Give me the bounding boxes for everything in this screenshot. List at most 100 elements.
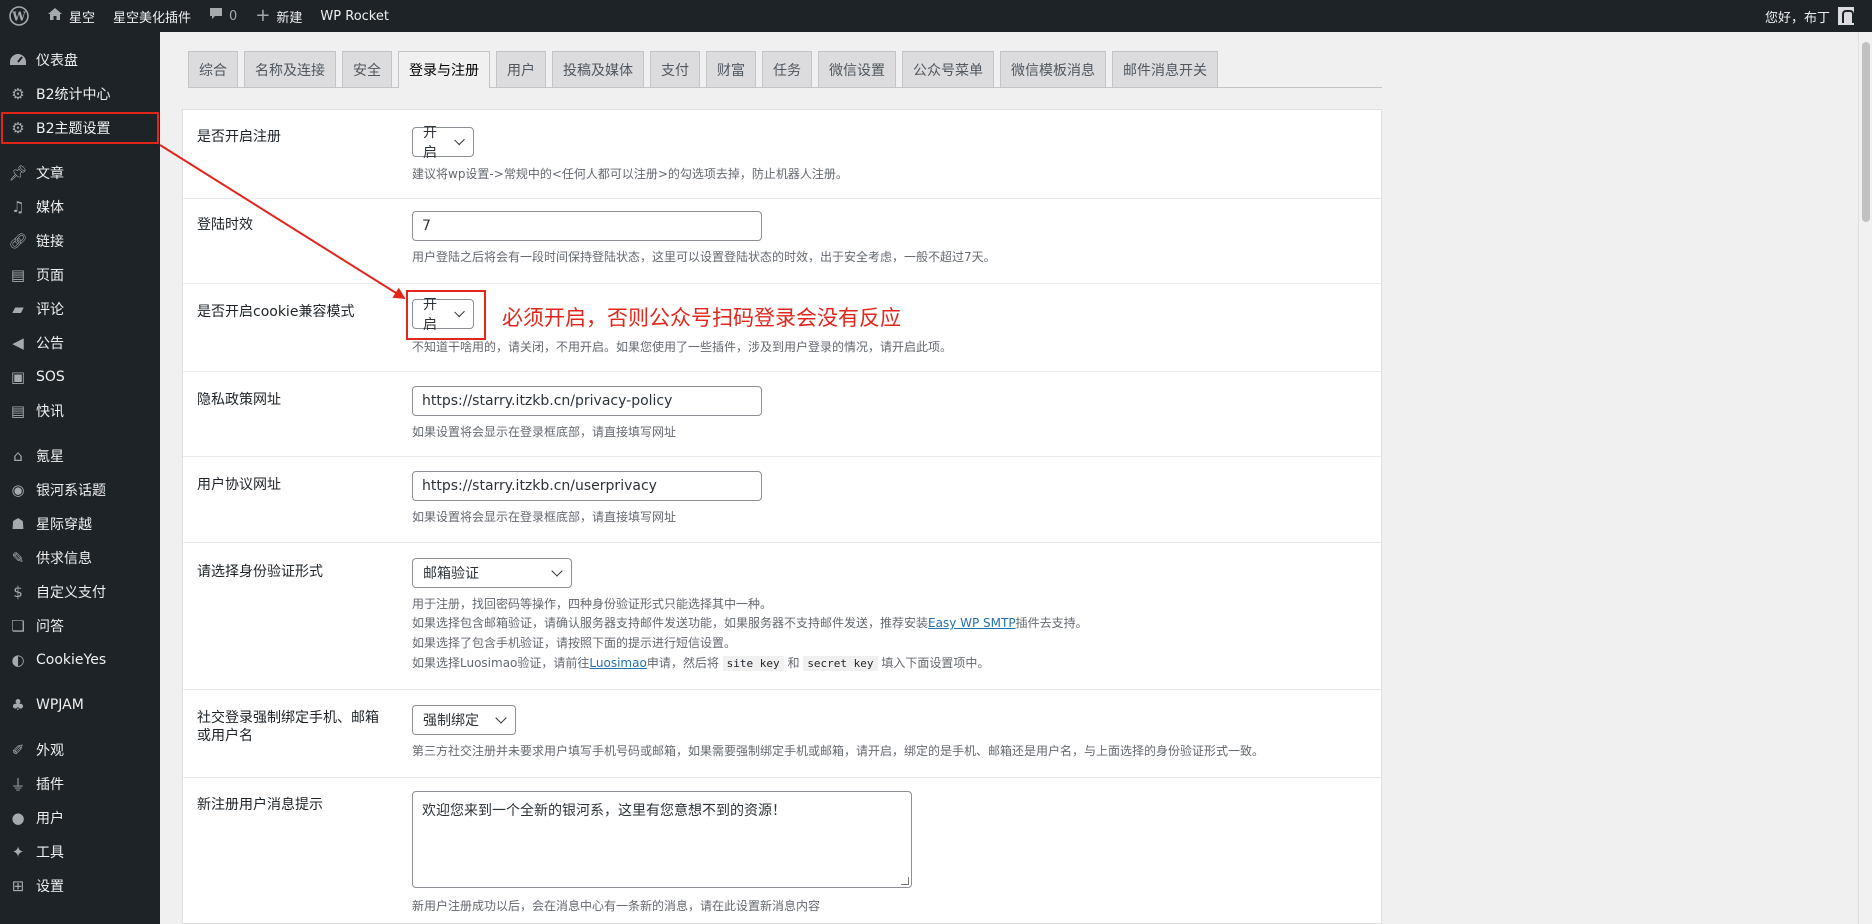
sidebar-item-b2-theme-settings[interactable]: ⚙ B2主题设置 bbox=[0, 111, 160, 145]
wrench-icon: ✦ bbox=[11, 843, 25, 861]
desc4-mid-text: 申请，然后将 bbox=[646, 656, 719, 670]
desc4-text: 如果选择Luosimao验证，请前往 bbox=[412, 656, 590, 670]
sidebar-item-label: 仪表盘 bbox=[36, 53, 78, 69]
tab-mp-menu[interactable]: 公众号菜单 bbox=[902, 51, 994, 87]
comments-link[interactable]: 0 bbox=[200, 0, 246, 32]
easy-wp-smtp-link[interactable]: Easy WP SMTP bbox=[928, 616, 1016, 630]
sidebar-item-dashboard[interactable]: 仪表盘 bbox=[0, 43, 160, 77]
login-expire-desc: 用户登陆之后将会有一段时间保持登陆状态，这里可以设置登陆状态的时效，出于安全考虑… bbox=[412, 250, 996, 264]
home-icon bbox=[47, 7, 63, 25]
sidebar-item-sos[interactable]: ▣ SOS bbox=[0, 360, 160, 394]
agreement-url-input[interactable]: https://starry.itzkb.cn/userprivacy bbox=[412, 471, 762, 501]
sidebar-item-label: B2统计中心 bbox=[36, 87, 111, 103]
privacy-url-value: https://starry.itzkb.cn/privacy-policy bbox=[422, 393, 673, 409]
welcome-msg-textarea[interactable]: 欢迎您来到一个全新的银河系，这里有您意想不到的资源！ bbox=[412, 791, 912, 888]
cookie-compat-label: 是否开启cookie兼容模式 bbox=[197, 304, 355, 320]
wp-rocket-label: WP Rocket bbox=[320, 8, 389, 24]
tab-users[interactable]: 用户 bbox=[496, 51, 546, 87]
gear-icon: ⚙ bbox=[11, 85, 25, 103]
sidebar-item-label: 文章 bbox=[36, 166, 64, 182]
topic-icon: ◉ bbox=[11, 481, 25, 499]
wp-rocket-link[interactable]: WP Rocket bbox=[311, 0, 398, 32]
tab-tasks[interactable]: 任务 bbox=[762, 51, 812, 87]
sidebar-item-krypton[interactable]: ⌂ 氪星 bbox=[0, 439, 160, 473]
privacy-url-input[interactable]: https://starry.itzkb.cn/privacy-policy bbox=[412, 386, 762, 416]
sidebar-item-label: 插件 bbox=[36, 777, 64, 793]
social-bind-select[interactable]: 强制绑定 bbox=[412, 705, 516, 735]
wordpress-logo-icon[interactable]: W bbox=[0, 0, 38, 32]
tab-submission-media[interactable]: 投稿及媒体 bbox=[552, 51, 644, 87]
secret-key-code: secret key bbox=[803, 656, 878, 671]
sidebar-item-comments[interactable]: ▰ 评论 bbox=[0, 292, 160, 326]
account-menu[interactable]: 您好，布丁 bbox=[1765, 7, 1872, 26]
cookie-icon: ◐ bbox=[11, 651, 25, 669]
settings-form: 是否开启注册 开启 建议将wp设置->常规中的<任何人都可以注册>的勾选项去掉，… bbox=[182, 109, 1382, 924]
login-expire-value: 7 bbox=[422, 218, 431, 234]
tab-wechat-template[interactable]: 微信模板消息 bbox=[1000, 51, 1106, 87]
edit-icon: ✎ bbox=[11, 549, 25, 567]
sidebar-item-announcements[interactable]: ◀ 公告 bbox=[0, 326, 160, 360]
login-expire-input[interactable]: 7 bbox=[412, 211, 762, 241]
luosimao-link[interactable]: Luosimao bbox=[589, 656, 646, 670]
resize-handle-icon[interactable] bbox=[901, 877, 909, 885]
sidebar-item-tools[interactable]: ✦ 工具 bbox=[0, 835, 160, 869]
sidebar-item-label: 星际穿越 bbox=[36, 517, 92, 533]
plugin-link-label: 星空美化插件 bbox=[113, 10, 192, 26]
avatar bbox=[1838, 7, 1854, 25]
sidebar-item-users[interactable]: ● 用户 bbox=[0, 801, 160, 835]
login-expire-label: 登陆时效 bbox=[197, 217, 253, 233]
qa-icon: ❏ bbox=[11, 617, 25, 635]
verify-type-desc-4: 如果选择Luosimao验证，请前往Luosimao申请，然后将 site ke… bbox=[412, 653, 989, 674]
sidebar-item-links[interactable]: 🔗︎ 链接 bbox=[0, 224, 160, 258]
social-bind-label: 社交登录强制绑定手机、邮箱或用户名 bbox=[197, 710, 379, 744]
sidebar-item-topics[interactable]: ◉ 银河系话题 bbox=[0, 473, 160, 507]
link-icon: 🔗︎ bbox=[8, 232, 28, 250]
sidebar-item-supply[interactable]: ✎ 供求信息 bbox=[0, 541, 160, 575]
news-icon: ▤ bbox=[10, 402, 26, 420]
page-scrollbar[interactable] bbox=[1858, 32, 1872, 924]
tab-payment[interactable]: 支付 bbox=[650, 51, 700, 87]
sidebar-item-pages[interactable]: ▤ 页面 bbox=[0, 258, 160, 292]
chevron-down-icon bbox=[454, 134, 465, 146]
sidebar-item-label: 设置 bbox=[36, 879, 64, 895]
sidebar-item-label: 快讯 bbox=[36, 404, 64, 420]
pin-icon: 📌︎ bbox=[8, 164, 28, 182]
tab-login-register[interactable]: 登录与注册 bbox=[398, 51, 490, 88]
sidebar-item-settings[interactable]: ⊞ 设置 bbox=[0, 869, 160, 903]
tab-wechat-settings[interactable]: 微信设置 bbox=[818, 51, 896, 87]
sidebar-item-appearance[interactable]: ✐ 外观 bbox=[0, 733, 160, 767]
cookie-compat-desc: 不知道干啥用的，请关闭，不用开启。如果您使用了一些插件，涉及到用户登录的情况，请… bbox=[412, 340, 953, 354]
sidebar-item-circles[interactable]: ☗ 星际穿越 bbox=[0, 507, 160, 541]
new-content-label: 新建 bbox=[276, 10, 303, 26]
verify-type-label: 请选择身份验证形式 bbox=[197, 564, 323, 580]
sidebar-item-posts[interactable]: 📌︎ 文章 bbox=[0, 156, 160, 190]
sidebar-item-news[interactable]: ▤ 快讯 bbox=[0, 394, 160, 428]
sidebar-item-plugins[interactable]: ⏚ 插件 bbox=[0, 767, 160, 801]
sidebar-item-custom-pay[interactable]: $ 自定义支付 bbox=[0, 575, 160, 609]
row-welcome-msg: 新注册用户消息提示 欢迎您来到一个全新的银河系，这里有您意想不到的资源！ 新用户… bbox=[183, 778, 1381, 924]
tab-wealth[interactable]: 财富 bbox=[706, 51, 756, 87]
svg-text:W: W bbox=[11, 10, 26, 24]
dollar-icon: $ bbox=[13, 583, 23, 601]
tab-general[interactable]: 综合 bbox=[188, 51, 238, 87]
site-key-code: site key bbox=[722, 656, 784, 671]
tab-security[interactable]: 安全 bbox=[342, 51, 392, 87]
register-select-value: 开启 bbox=[423, 125, 437, 161]
verify-type-select[interactable]: 邮箱验证 bbox=[412, 558, 572, 588]
tab-name-link[interactable]: 名称及连接 bbox=[244, 51, 336, 87]
sidebar-item-qa[interactable]: ❏ 问答 bbox=[0, 609, 160, 643]
tab-email-switch[interactable]: 邮件消息开关 bbox=[1112, 51, 1218, 87]
gear-icon: ⚙ bbox=[11, 119, 25, 137]
social-bind-desc: 第三方社交注册并未要求用户填写手机号码或邮箱，如果需要强制绑定手机或邮箱，请开启… bbox=[412, 744, 1265, 758]
user-icon: ● bbox=[11, 809, 25, 827]
site-name-link[interactable]: 星空 bbox=[38, 0, 104, 32]
new-content-link[interactable]: + 新建 bbox=[246, 0, 311, 32]
register-select[interactable]: 开启 bbox=[412, 125, 474, 161]
plugin-link[interactable]: 星空美化插件 bbox=[104, 0, 200, 32]
sidebar-item-wpjam[interactable]: ♣ WPJAM bbox=[0, 688, 160, 722]
scrollbar-thumb[interactable] bbox=[1862, 42, 1870, 222]
sidebar-item-cookieyes[interactable]: ◐ CookieYes bbox=[0, 643, 160, 677]
sidebar-item-media[interactable]: ♫ 媒体 bbox=[0, 190, 160, 224]
site-name-label: 星空 bbox=[69, 10, 96, 26]
sidebar-item-b2-stats[interactable]: ⚙ B2统计中心 bbox=[0, 77, 160, 111]
